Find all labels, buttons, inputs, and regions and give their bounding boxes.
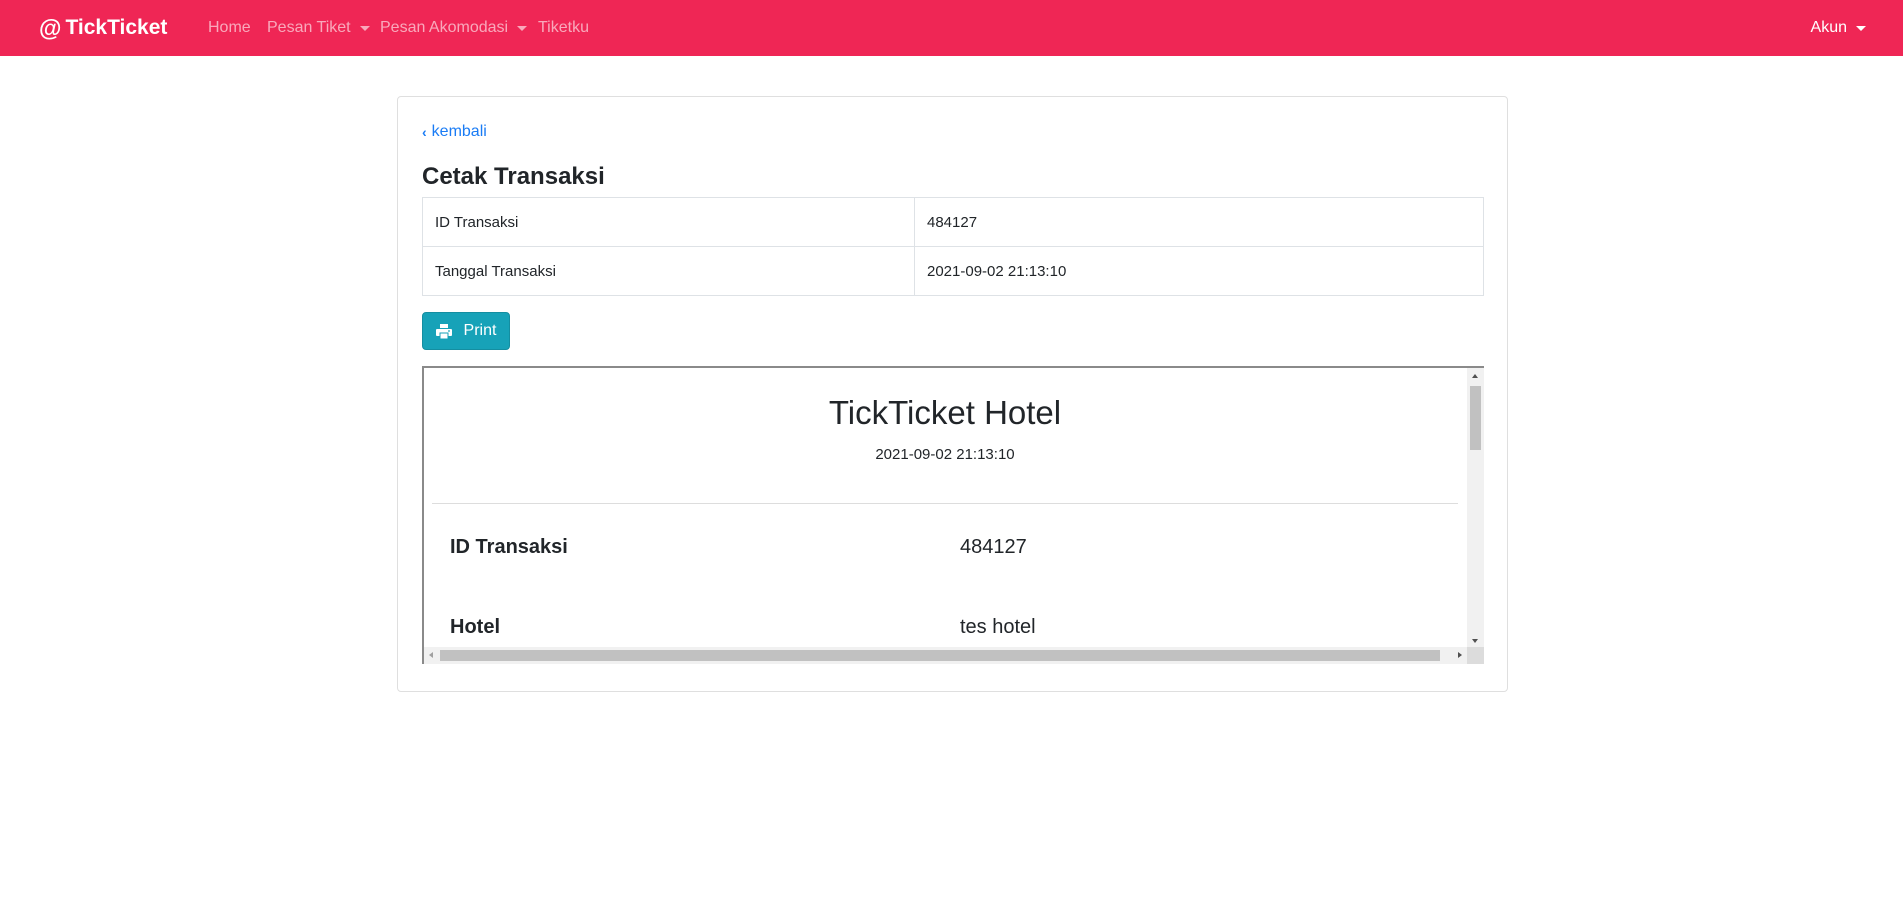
scrollbar-corner (1467, 647, 1484, 664)
table-row: Tanggal Transaksi 2021-09-02 21:13:10 (422, 246, 1484, 296)
preview-title: TickTicket Hotel (828, 394, 1062, 431)
navbar: @ TickTicket Home Pesan Tiket Pesan Akom… (0, 0, 1903, 56)
nav-tiketku[interactable]: Tiketku (538, 0, 589, 56)
scroll-up-icon[interactable] (1472, 374, 1478, 378)
page-title: Cetak Transaksi (422, 163, 605, 190)
scroll-down-icon[interactable] (1472, 639, 1478, 643)
print-button-label: Print (463, 322, 497, 339)
scroll-left-icon[interactable] (429, 652, 433, 658)
preview-field-label: ID Transaksi (450, 536, 568, 558)
chevron-left-icon: ‹ (422, 124, 427, 140)
table-cell-label: ID Transaksi (422, 197, 915, 247)
vertical-scrollbar[interactable] (1467, 368, 1484, 649)
horizontal-scrollbar[interactable] (424, 647, 1467, 664)
caret-down-icon (517, 25, 528, 31)
account-dropdown[interactable]: Akun (1811, 0, 1866, 56)
table-cell-label: Tanggal Transaksi (422, 246, 915, 296)
transaction-card: ‹ kembali Cetak Transaksi ID Transaksi 4… (397, 96, 1508, 692)
vertical-scroll-thumb[interactable] (1470, 386, 1481, 450)
table-row: ID Transaksi 484127 (422, 197, 1484, 247)
preview-field-value: tes hotel (960, 616, 1036, 638)
horizontal-scroll-thumb[interactable] (440, 650, 1440, 661)
at-icon: @ (39, 14, 62, 41)
account-label: Akun (1810, 19, 1847, 36)
brand-name: TickTicket (65, 16, 168, 39)
preview-field-label: Hotel (450, 616, 500, 638)
nav-pesan-akomodasi-label: Pesan Akomodasi (380, 19, 509, 36)
preview-date: 2021-09-02 21:13:10 (875, 446, 1015, 463)
transaction-info-table: ID Transaksi 484127 Tanggal Transaksi 20… (422, 197, 1484, 296)
back-link-label: kembali (431, 123, 487, 140)
nav-home[interactable]: Home (208, 0, 251, 56)
table-cell-value: 2021-09-02 21:13:10 (914, 246, 1484, 296)
preview-field-value: 484127 (960, 536, 1027, 558)
table-cell-value: 484127 (914, 197, 1484, 247)
nav-home-label: Home (208, 19, 251, 36)
back-link[interactable]: ‹ kembali (422, 123, 487, 141)
caret-down-icon (1856, 25, 1866, 31)
nav-pesan-akomodasi-dropdown[interactable]: Pesan Akomodasi (380, 0, 528, 56)
nav-pesan-tiket-dropdown[interactable]: Pesan Tiket (267, 0, 370, 56)
nav-tiketku-label: Tiketku (538, 19, 589, 36)
scroll-right-icon[interactable] (1458, 652, 1462, 658)
caret-down-icon (359, 25, 370, 31)
print-button[interactable]: Print (422, 312, 510, 350)
preview-divider (432, 503, 1458, 504)
brand-link[interactable]: @ TickTicket (39, 0, 167, 56)
print-preview-frame[interactable]: TickTicket Hotel 2021-09-02 21:13:10 ID … (422, 366, 1484, 664)
nav-pesan-tiket-label: Pesan Tiket (267, 19, 351, 36)
printer-icon (435, 323, 452, 339)
